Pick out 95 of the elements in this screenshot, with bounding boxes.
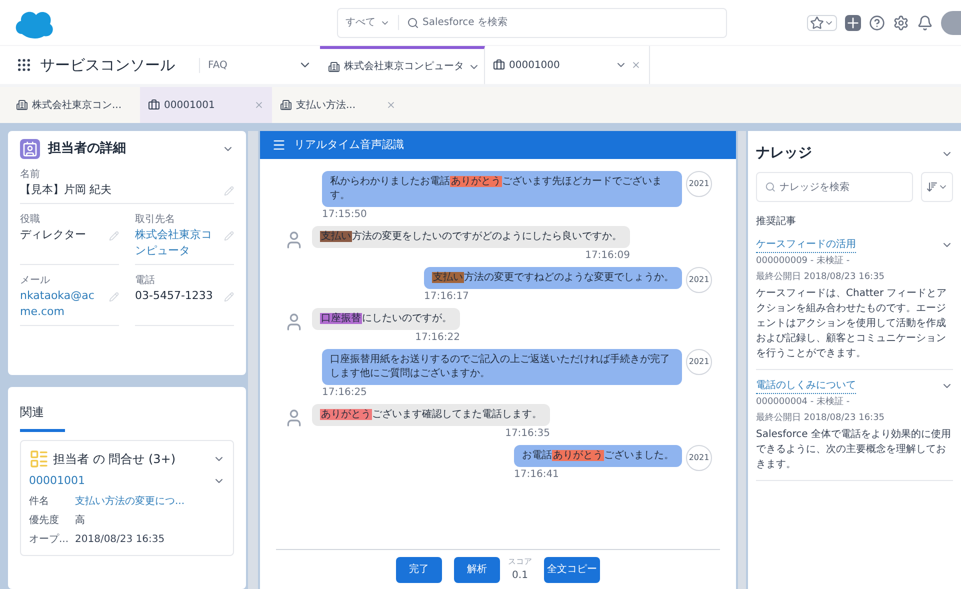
menu-icon[interactable] [272, 138, 286, 152]
search-icon [406, 16, 418, 28]
settings-icon[interactable] [893, 14, 909, 30]
panel-title: ナレッジ [756, 144, 812, 163]
section-label: 推奨記事 [756, 214, 797, 229]
subtab[interactable]: 株式会社東京コン... [8, 87, 140, 123]
tab-label: 株式会社東京コンピュータ [344, 60, 464, 74]
field-label: オープ... [29, 532, 67, 546]
article-meta: 000000004 - 未検証 - [756, 396, 851, 409]
knowledge-search-input[interactable]: ナレッジを検索 [780, 180, 904, 194]
agent-avatar: 2021 [686, 267, 712, 293]
close-icon[interactable] [631, 60, 641, 70]
message-time: 17:16:35 [505, 427, 550, 441]
article-meta: 000000009 - 未検証 - [756, 255, 851, 268]
message-time: 17:16:17 [424, 290, 469, 304]
field-value: 高 [75, 514, 85, 528]
message-bubble: 口座振替 にしたいのですが。 [312, 308, 460, 330]
bell-icon[interactable] [917, 14, 933, 30]
article-summary: ケースフィードは、Chatter フィードとアクションを組み合わせたものです。エージェントはアクションを使用して活動を作成および記録し、顧客とコミュニケーションを行うことができます。 [756, 287, 948, 361]
related-tab[interactable]: 関連 [20, 395, 65, 432]
building-icon [280, 99, 292, 111]
scrollbar[interactable] [248, 131, 258, 589]
message-bubble: 支払い方法の変更ですねどのような変更でしょうか。 [424, 267, 682, 289]
scope-dropdown[interactable]: すべて [338, 15, 398, 30]
message-bubble: お電話ありがとう ございました。 [514, 445, 682, 467]
article-summary: Salesforce 全体で電話をより効果的に使用できるように、次の主要概念を理解しておきます。 [756, 428, 952, 472]
field-label: 優先度 [29, 514, 60, 528]
help-icon[interactable] [869, 14, 885, 30]
field-label: 取引先名 [135, 212, 176, 226]
tab-label: 00001000 [509, 58, 561, 72]
article-link[interactable]: ケースフィードの活用 [756, 237, 856, 253]
app-launcher-icon[interactable] [16, 57, 32, 73]
message-time: 17:16:41 [514, 468, 559, 482]
field-label: 件名 [29, 494, 50, 508]
case-number-link[interactable]: 00001001 [29, 473, 85, 490]
article-date: 最終公開日 2018/08/23 16:35 [756, 270, 886, 284]
message-bubble: ありがとう ございます確認してまた電話します。 [312, 404, 550, 426]
message-bubble: 支払い方法の変更をしたいのですがどのようにしたら良いですか。 [312, 226, 630, 248]
subtab[interactable]: 支払い方法... [272, 87, 404, 123]
nav-item[interactable]: FAQ [199, 58, 228, 72]
building-icon [16, 99, 28, 111]
field-value: 2018/08/23 16:35 [75, 532, 165, 546]
building-icon [328, 60, 340, 72]
favorites-button[interactable] [807, 14, 837, 30]
sort-button[interactable] [921, 172, 953, 202]
tab-label: 株式会社東京コン... [32, 98, 122, 112]
search-field[interactable]: すべて Salesforce を検索 [336, 8, 726, 38]
action-button[interactable]: 解析 [454, 556, 500, 582]
tab-label: 00001001 [164, 98, 215, 112]
card-title: 担当者の詳細 [48, 140, 127, 158]
agent-avatar: 2021 [686, 445, 712, 471]
star-icon [810, 16, 824, 30]
scrollbar[interactable] [738, 131, 746, 589]
contact-icon [20, 139, 40, 159]
field-value: 【見本】片岡 紀夫 [20, 182, 112, 198]
message-time: 17:16:09 [585, 249, 630, 263]
add-icon[interactable] [845, 14, 861, 30]
agent-avatar: 2021 [686, 349, 712, 375]
message-time: 17:16:25 [322, 386, 367, 400]
briefcase-icon [148, 99, 160, 111]
field-value: 03-5457-1233 [135, 288, 213, 304]
search-field[interactable]: ナレッジを検索 [756, 172, 913, 202]
article-date: 最終公開日 2018/08/23 16:35 [756, 412, 886, 424]
copy-button[interactable]: 全文コピー [544, 556, 600, 582]
search-input[interactable]: Salesforce を検索 [422, 15, 726, 30]
briefcase-icon [493, 59, 505, 71]
article-link[interactable]: 電話のしくみについて [756, 378, 856, 394]
field-label: 役職 [20, 212, 41, 226]
field-label: メール [20, 274, 51, 288]
field-label: 電話 [135, 274, 156, 288]
avatar[interactable] [941, 10, 961, 34]
message-bubble: 口座振替用紙をお送りするのでご記入の上ご返送いただければ手続きが完了します他にご質問はございますか。 [322, 349, 682, 385]
search-icon [765, 181, 776, 193]
list-title[interactable]: 担当者 の 問合せ (3+) [53, 450, 209, 468]
sort-icon [926, 181, 938, 193]
message-time: 17:15:50 [322, 208, 367, 222]
action-button[interactable]: 完了 [396, 556, 442, 582]
message-time: 17:16:22 [415, 331, 460, 345]
field-value: ディレクター [20, 226, 86, 242]
score-label: スコア [508, 556, 532, 568]
panel-title: リアルタイム音声認識 [294, 136, 404, 153]
case-list-icon [29, 449, 49, 469]
field-value[interactable]: 株式会社東京コンピュータ [135, 226, 220, 260]
tab-label: 支払い方法... [296, 98, 356, 112]
agent-avatar: 2021 [686, 171, 712, 197]
close-icon[interactable] [254, 100, 264, 110]
score-value: 0.1 [512, 569, 528, 583]
message-bubble: 私からわかりましたお電話ありがとう ございます先ほどカードでございます。 [322, 171, 682, 207]
field-value[interactable]: 支払い方法の変更につ... [75, 494, 185, 508]
field-value[interactable]: nkataoka@acme.com [20, 288, 105, 320]
app-name: サービスコンソール [40, 54, 175, 76]
close-icon[interactable] [386, 100, 396, 110]
field-label: 名前 [20, 168, 41, 182]
workspace-tab[interactable]: 株式会社東京コンピュータ [320, 46, 485, 84]
subtab[interactable]: 00001001 [140, 87, 272, 123]
